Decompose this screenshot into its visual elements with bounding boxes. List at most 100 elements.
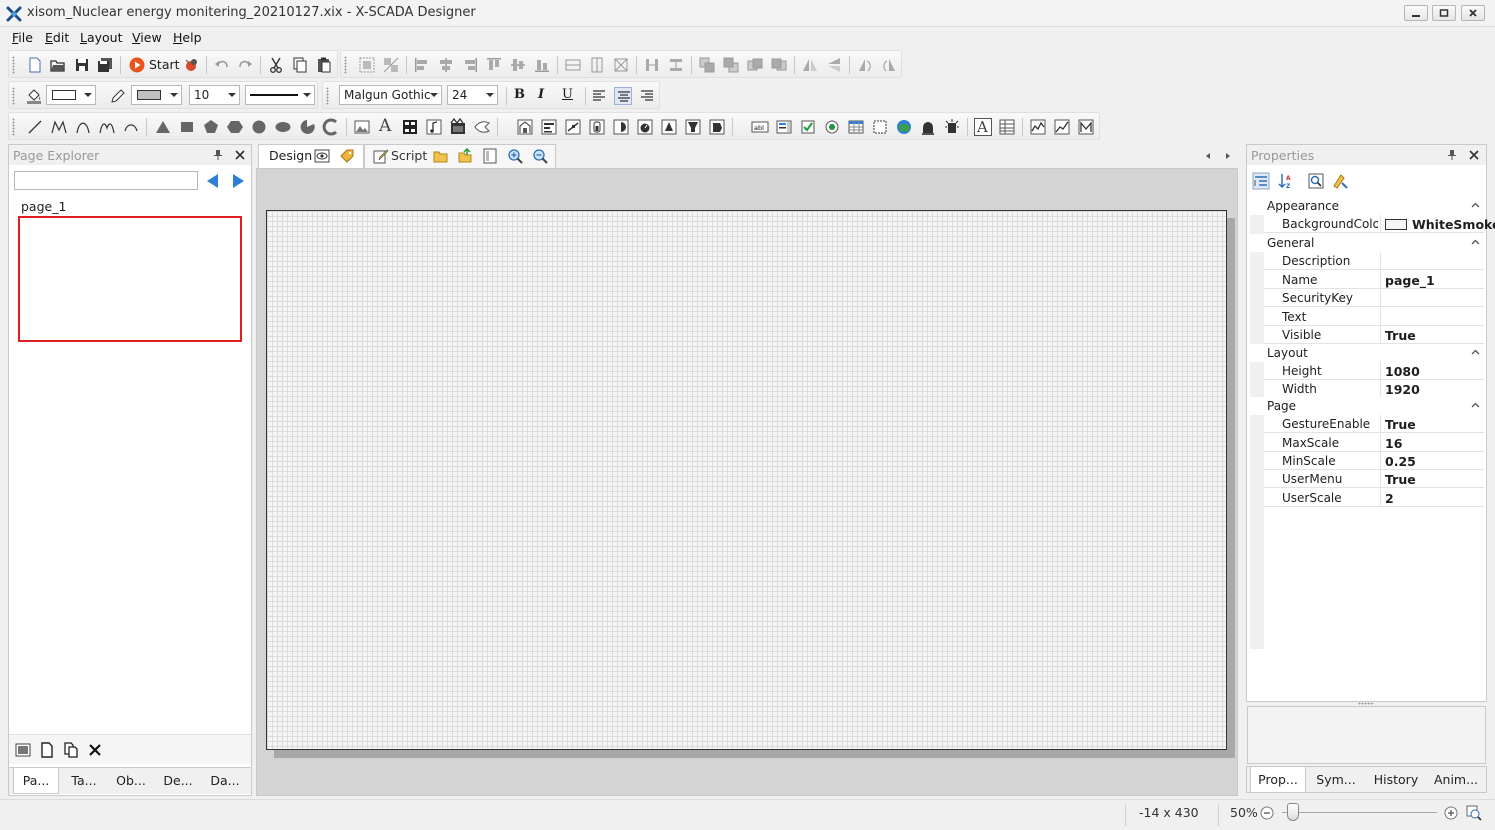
line-width-dropdown[interactable]: 10	[189, 85, 240, 105]
italic-button[interactable]: I	[538, 87, 544, 102]
open-folder-icon[interactable]	[433, 148, 450, 164]
gauge-tool-icon[interactable]	[612, 118, 630, 136]
property-row-width[interactable]: Width 1920	[1264, 380, 1484, 398]
close-icon[interactable]	[234, 149, 246, 161]
slider-tool-icon[interactable]	[564, 118, 582, 136]
frame-tool-icon[interactable]	[871, 118, 889, 136]
tab-script[interactable]: Script	[364, 144, 556, 168]
curve-tool-icon[interactable]	[74, 118, 92, 136]
delete-page-icon[interactable]	[87, 742, 103, 758]
fit-to-window-icon[interactable]	[1466, 805, 1482, 821]
bring-forward-icon[interactable]	[746, 56, 764, 74]
sort-az-icon[interactable]: AZ	[1277, 172, 1295, 190]
redo-icon[interactable]	[236, 56, 254, 74]
arc-tool-icon[interactable]	[122, 118, 140, 136]
rotate-left-icon[interactable]	[856, 56, 874, 74]
label-tool-icon[interactable]: abl	[751, 118, 769, 136]
tab-tags[interactable]: Ta...	[61, 768, 107, 794]
triangle-tool-icon[interactable]	[154, 118, 172, 136]
menu-help[interactable]: Help	[173, 30, 202, 45]
fill-color-dropdown[interactable]	[46, 85, 96, 105]
maximize-button[interactable]	[1432, 5, 1456, 21]
tab-properties[interactable]: Prop...	[1250, 767, 1306, 793]
font-family-dropdown[interactable]: Malgun Gothic	[339, 85, 442, 105]
previous-arrow-icon[interactable]	[204, 172, 222, 190]
chevron-up-icon[interactable]	[1471, 401, 1480, 410]
start-icon[interactable]	[128, 56, 146, 74]
cut-icon[interactable]	[267, 56, 285, 74]
category-page[interactable]: Page	[1250, 397, 1484, 415]
property-row-gestureenable[interactable]: GestureEnable True	[1264, 415, 1484, 433]
text-align-left-icon[interactable]	[590, 87, 608, 105]
property-row-securitykey[interactable]: SecurityKey	[1264, 289, 1484, 307]
property-row-text[interactable]: Text	[1264, 308, 1484, 326]
video-tool-icon[interactable]	[449, 117, 467, 136]
align-middle-icon[interactable]	[509, 56, 527, 74]
property-row-name[interactable]: Name page_1	[1264, 271, 1484, 289]
checkbox-tool-icon[interactable]	[799, 118, 817, 136]
property-row-height[interactable]: Height 1080	[1264, 362, 1484, 380]
flip-horizontal-icon[interactable]	[801, 56, 819, 74]
toolbar-grip[interactable]	[12, 87, 15, 105]
image-tool-icon[interactable]	[353, 118, 371, 136]
pie-gauge-tool-icon[interactable]	[708, 118, 726, 136]
text-align-center-icon[interactable]	[614, 87, 632, 105]
align-left-icon[interactable]	[413, 56, 431, 74]
minimize-button[interactable]	[1404, 5, 1428, 21]
line-tool-icon[interactable]	[26, 118, 44, 136]
trend-chart-tool-icon[interactable]	[1029, 118, 1047, 136]
circle-tool-icon[interactable]	[250, 118, 268, 136]
page-item[interactable]: page_1	[21, 199, 66, 214]
debug-icon[interactable]	[182, 56, 200, 74]
property-row-maxscale[interactable]: MaxScale 16	[1264, 434, 1484, 452]
siren-tool-icon[interactable]	[943, 118, 961, 136]
design-canvas[interactable]	[266, 210, 1227, 750]
close-icon[interactable]	[1468, 149, 1480, 161]
xy-chart-tool-icon[interactable]	[1077, 118, 1095, 136]
layout-panel-icon[interactable]	[482, 148, 498, 164]
radio-button-tool-icon[interactable]	[823, 118, 841, 136]
zoom-in-icon[interactable]	[1444, 806, 1458, 820]
copy-icon[interactable]	[291, 56, 309, 74]
align-bottom-icon[interactable]	[533, 56, 551, 74]
rotate-right-icon[interactable]	[880, 56, 898, 74]
zoom-out-icon[interactable]	[1260, 806, 1274, 820]
tank-tool-icon[interactable]	[660, 118, 678, 136]
property-row-userscale[interactable]: UserScale 2	[1264, 489, 1484, 507]
new-page-icon[interactable]	[39, 742, 55, 758]
toolbar-grip[interactable]	[326, 87, 329, 105]
property-row-minscale[interactable]: MinScale 0.25	[1264, 452, 1484, 470]
bar-graph-tool-icon[interactable]	[540, 118, 558, 136]
grid-tool-icon[interactable]	[847, 118, 865, 136]
web-browser-tool-icon[interactable]	[895, 118, 913, 136]
page-thumbnail[interactable]	[18, 216, 242, 342]
close-button[interactable]	[1461, 5, 1485, 21]
table-tool-icon[interactable]	[998, 118, 1016, 136]
zoom-slider-track[interactable]	[1282, 812, 1437, 813]
scroll-tabs-right-icon[interactable]	[1224, 152, 1232, 160]
new-file-icon[interactable]	[26, 56, 44, 74]
line-style-dropdown[interactable]	[245, 85, 315, 105]
bring-front-icon[interactable]	[698, 56, 716, 74]
chevron-up-icon[interactable]	[1471, 348, 1480, 357]
toolbar-grip[interactable]	[12, 118, 15, 136]
flip-vertical-icon[interactable]	[825, 56, 843, 74]
zoom-slider-thumb[interactable]	[1286, 803, 1299, 821]
property-row-visible[interactable]: Visible True	[1264, 326, 1484, 344]
flash-tool-icon[interactable]	[473, 118, 491, 136]
category-appearance[interactable]: Appearance	[1250, 197, 1484, 215]
meter-tool-icon[interactable]	[636, 118, 654, 136]
save-script-icon[interactable]	[457, 148, 473, 164]
line-chart-tool-icon[interactable]	[1053, 118, 1071, 136]
chevron-up-icon[interactable]	[1471, 201, 1480, 210]
preview-eye-icon[interactable]	[314, 148, 330, 164]
distribute-vertical-icon[interactable]	[667, 56, 685, 74]
tab-pages[interactable]: Pa...	[13, 768, 59, 794]
pie-tool-icon[interactable]	[298, 118, 316, 136]
font-size-dropdown[interactable]: 24	[447, 85, 498, 105]
tab-history[interactable]: History	[1365, 767, 1427, 793]
zoom-out-icon[interactable]	[532, 148, 548, 164]
page-image-icon[interactable]	[15, 742, 31, 758]
ellipse-tool-icon[interactable]	[274, 118, 292, 136]
save-icon[interactable]	[73, 56, 91, 74]
